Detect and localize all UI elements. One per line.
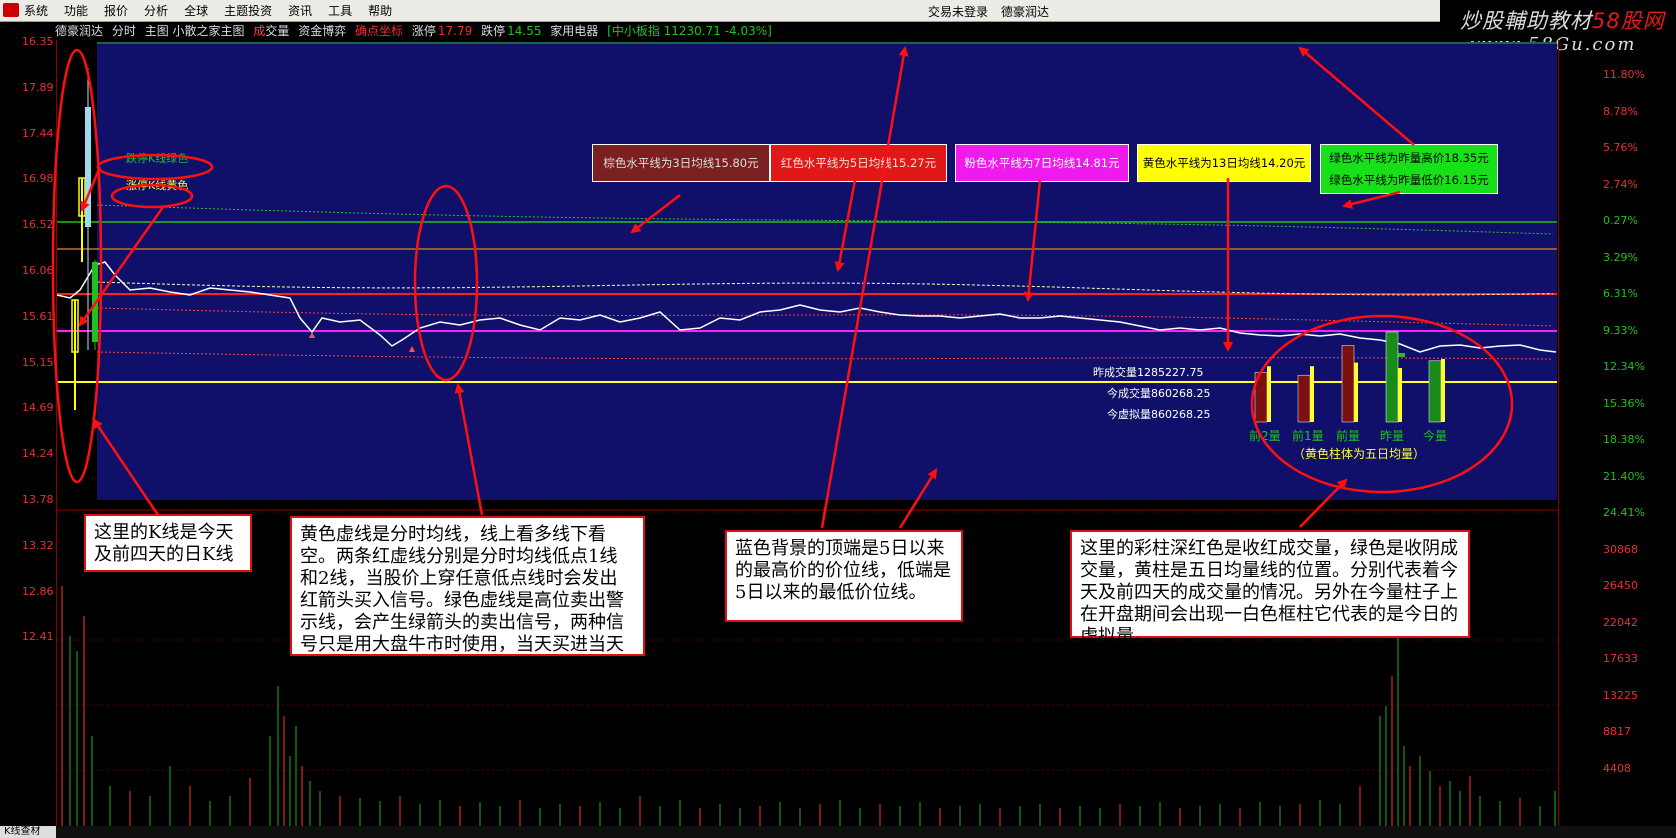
yellow-level-label: 黄色水平线为13日均线14.20元 [1137, 144, 1311, 182]
note-volume-bars: 这里的彩柱深红色是收红成交量，绿色是收阴成交量，黄柱是五日均量线的位置。分别代表… [1070, 530, 1470, 647]
right-axis-tick: 8817 [1603, 725, 1631, 738]
yesterday-volume: 昨成交量1285227.75 [1093, 366, 1204, 379]
green-level-label: 绿色水平线为昨量高价18.35元 绿色水平线为昨量低价16.15元 [1320, 144, 1498, 194]
volume-bar-label: 前量 [1336, 429, 1361, 443]
volume-compare-bar [1341, 345, 1355, 423]
right-axis-tick: 12.34% [1603, 360, 1645, 373]
right-axis-tick: 11.80% [1603, 68, 1645, 81]
volume-compare-bar [1254, 372, 1268, 423]
note-blue-background: 蓝色背景的顶端是5日以来的最高价的价位线，低端是5日以来的最低价位线。 [725, 530, 963, 622]
volume-caption: （黄色柱体为五日均量） [1293, 447, 1426, 461]
kline-down-label: 跌停K线绿色 [126, 152, 189, 165]
right-axis-tick: 8.78% [1603, 104, 1638, 118]
candle-body [85, 107, 91, 227]
volume-average-bar [1398, 368, 1402, 422]
today-virtual-volume: 今虚拟量860268.25 [1107, 408, 1211, 421]
right-axis-tick: 0.27% [1603, 214, 1638, 227]
volume-compare-bar [1428, 360, 1442, 423]
average-price-line [96, 281, 1554, 296]
price-line [56, 261, 1557, 353]
pink-level-label: 粉色水平线为7日均线14.81元 [955, 144, 1129, 182]
candle-body [92, 262, 98, 342]
volume-bar-label: 今量 [1423, 429, 1448, 443]
right-axis-tick: 15.36% [1603, 396, 1645, 410]
volume-compare-bar [1385, 331, 1399, 423]
bottom-bar: K线查材 [0, 826, 1676, 838]
right-axis-tick: 13225 [1603, 688, 1638, 702]
right-axis-tick: 4408 [1603, 761, 1631, 775]
price-chart [56, 42, 1558, 826]
right-axis-tick: 30868 [1603, 542, 1638, 556]
green-high-label: 绿色水平线为昨量高价18.35元 [1329, 151, 1489, 165]
right-axis-tick: 3.29% [1603, 250, 1638, 264]
note-average-line: 黄色虚线是分时均线，线上看多线下看空。两条红虚线分别是分时均线低点1线和2线，当… [290, 516, 645, 677]
right-axis-tick: 9.33% [1603, 323, 1638, 337]
volume-average-bar [1267, 366, 1271, 422]
today-volume: 今成交量860268.25 [1107, 387, 1211, 400]
right-axis-tick: 26450 [1603, 579, 1638, 592]
right-percent-axis: 11.80% 8.78% 5.76% 2.74% 0.27% 3.29% 6.31% 9.33… [1558, 40, 1676, 838]
volume-bar-label: 前1量 [1292, 429, 1324, 443]
bottom-tab[interactable]: K线查材 [0, 826, 56, 838]
buy-signal-icon [409, 346, 415, 352]
volume-compare-bar [1297, 374, 1311, 423]
right-axis-tick: 5.76% [1603, 141, 1638, 154]
right-axis-tick: 24.41% [1603, 506, 1645, 519]
volume-average-bar [1310, 366, 1314, 422]
green-sell-warning-line [96, 204, 1554, 235]
low-point-line-2 [96, 351, 1554, 360]
note-kline: 这里的K线是今天及前四天的日K线 [84, 514, 252, 572]
right-axis-tick: 2.74% [1603, 177, 1638, 191]
brown-level-label: 棕色水平线为3日均线15.80元 [592, 144, 770, 182]
right-axis-tick: 21.40% [1603, 469, 1645, 483]
right-axis-tick: 6.31% [1603, 287, 1638, 300]
volume-bar-label: 昨量 [1380, 429, 1405, 443]
green-low-label: 绿色水平线为昨量低价16.15元 [1329, 173, 1489, 187]
kline-up-label: 涨停K线黄色 [126, 179, 189, 192]
volume-bar-label: 前2量 [1249, 429, 1281, 443]
right-axis-tick: 18.38% [1603, 433, 1645, 446]
right-axis-tick: 17633 [1603, 652, 1638, 665]
right-axis-tick: 22042 [1603, 615, 1638, 629]
volume-average-bar [1354, 362, 1358, 422]
red-level-label: 红色水平线为5日均线15.27元 [770, 144, 947, 182]
volume-average-bar [1441, 359, 1445, 422]
buy-signal-icon [309, 332, 315, 338]
